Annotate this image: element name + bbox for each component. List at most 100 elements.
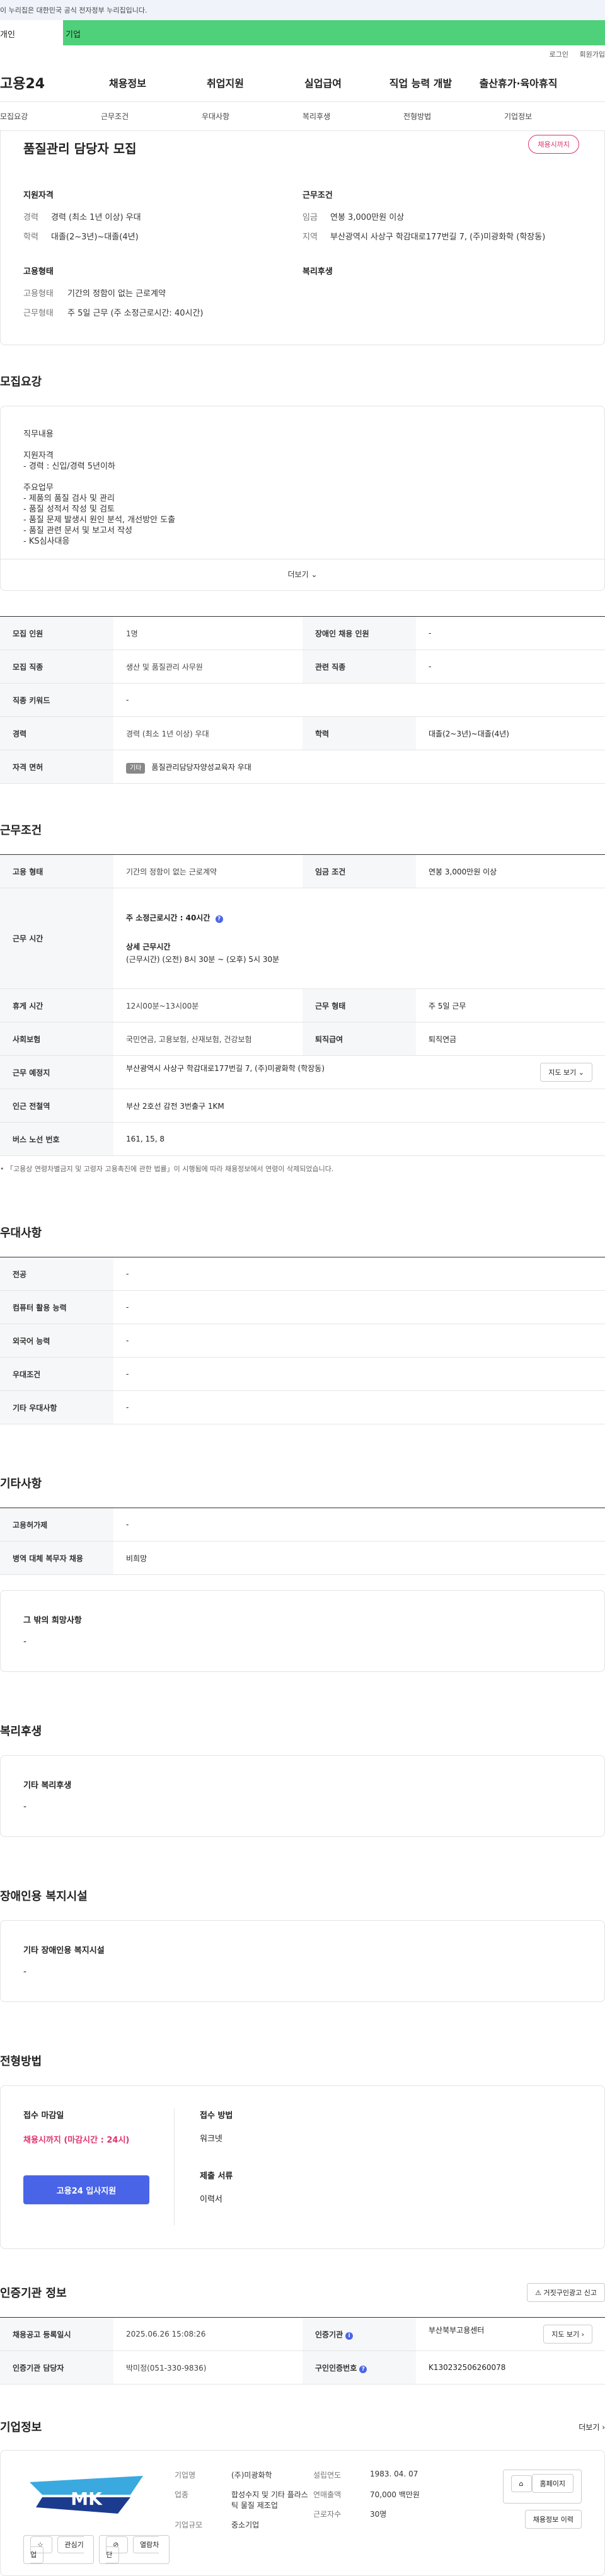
table-header-cell: 인증기관 i — [302, 2317, 416, 2351]
table-header-cell: 휴게 시간 — [0, 988, 113, 1022]
table-cell: - — [113, 1508, 605, 1542]
table-cell: 박미정(051-330-9836) — [113, 2350, 302, 2384]
work-type-label: 근무형태 — [23, 309, 54, 318]
anchor-process[interactable]: 전형방법 — [403, 111, 504, 122]
chevron-down-icon: ⌄ — [578, 1068, 584, 1077]
table-cell: 161, 15, 8 — [113, 1122, 605, 1156]
table-row: 모집 인원 1명 장애인 채용 인원 - — [0, 616, 605, 650]
table-row: 우대조건 - — [0, 1357, 605, 1391]
job-description-text: 직무내용 지원자격 - 경력 : 신입/경력 5년이하 주요업무 - 제품의 품질 … — [23, 429, 582, 547]
table-header-cell: 인근 전철역 — [0, 1089, 113, 1123]
license-value: 품질관리담당자양성교육자 우대 — [151, 762, 251, 772]
table-cell: 부산광역시 사상구 학감대로177번길 7, (주)미광화학 (학장동) 지도 보… — [113, 1055, 605, 1089]
co-founded-label: 설립연도 — [313, 2471, 342, 2480]
apply-button[interactable]: 고용24 입사지원 — [23, 2175, 149, 2204]
report-fake-ad-button[interactable]: ⚠ 거짓구인광고 신고 — [527, 2283, 605, 2302]
gov-banner: 이 누리집은 대한민국 공식 전자정부 누리집입니다. — [0, 0, 605, 20]
tab-personal[interactable]: 개인 — [0, 20, 63, 45]
wage-label: 임금 — [302, 213, 318, 222]
favorite-company-button[interactable]: ☆ 관심기업 — [23, 2535, 95, 2564]
table-header-cell: 장애인 채용 인원 — [302, 616, 416, 650]
table-cell: - — [416, 616, 605, 650]
table-row: 직종 키워드 - — [0, 683, 605, 717]
site-logo[interactable]: 고용24 — [0, 72, 79, 93]
anchor-preference[interactable]: 우대사항 — [202, 111, 302, 122]
company-logo-text: MK — [71, 2488, 103, 2509]
method-value: 워크넷 — [200, 2134, 222, 2144]
job-title: 품질관리 담당자 모집 — [23, 141, 137, 156]
gnb-item-parental-leave[interactable]: 출산휴가·육아휴직 — [470, 75, 567, 90]
table-row: 컴퓨터 활용 능력 - — [0, 1290, 605, 1324]
gnb-item-employment-support[interactable]: 취업지원 — [176, 75, 274, 90]
deadline-value: 채용시까지 (마감시간 : 24시) — [23, 2136, 130, 2145]
work-type-value: 주 5일 근무 (주 소정근로시간: 40시간) — [67, 309, 204, 318]
table-header-cell: 고용허가제 — [0, 1508, 113, 1542]
table-row: 경력 경력 (최소 1년 이상) 우대 학력 대졸(2~3년)~대졸(4년) — [0, 716, 605, 750]
company-more-label: 더보기 — [579, 2422, 600, 2432]
table-header-cell: 임금 조건 — [302, 854, 416, 888]
report-label: 거짓구인광고 신고 — [543, 2289, 597, 2297]
map-view-label: 지도 보기 — [548, 1068, 577, 1077]
anchor-welfare[interactable]: 복리후생 — [302, 111, 403, 122]
map-view-button[interactable]: 지도 보기 ⌄ — [540, 1063, 592, 1082]
info-icon[interactable]: i — [345, 2332, 354, 2340]
gnb-item-training[interactable]: 직업 능력 개발 — [372, 75, 470, 90]
chevron-right-icon: › — [602, 2422, 605, 2432]
job-description-card: 직무내용 지원자격 - 경력 : 신입/경력 5년이하 주요업무 - 제품의 품질 … — [0, 406, 605, 591]
job-history-button[interactable]: 채용정보 이력 — [524, 2510, 582, 2529]
more-button[interactable]: 더보기 ⌄ — [1, 559, 604, 590]
table-header-cell: 관련 직종 — [302, 650, 416, 684]
table-row: 휴게 시간 12시00분~13시00분 근무 형태 주 5일 근무 — [0, 988, 605, 1022]
help-icon[interactable]: ? — [359, 2365, 367, 2373]
table-cell: 생산 및 품질관리 사무원 — [113, 650, 302, 684]
tab-corporate[interactable]: 기업 — [63, 20, 605, 45]
login-link[interactable]: 로그인 — [550, 50, 568, 59]
auth-no-label: 구인인증번호 — [315, 2363, 357, 2373]
table-header-cell: 전공 — [0, 1257, 113, 1291]
anchor-nav: 모집요강 근무조건 우대사항 복리후생 전형방법 기업정보 — [0, 102, 605, 131]
block-view-button[interactable]: ⊘ 열람차단 — [99, 2535, 170, 2564]
table-header-cell: 근무 형태 — [302, 988, 416, 1022]
table-cell: - — [113, 1390, 605, 1424]
status-badge: 채용시까지 — [528, 135, 579, 154]
description-line: - KS심사대응 — [23, 537, 70, 546]
help-icon[interactable]: ? — [215, 915, 223, 923]
welfare-box-value: - — [23, 1802, 27, 1812]
table-header-cell: 채용공고 등록일시 — [0, 2317, 113, 2351]
education-value: 대졸(2~3년)~대졸(4년) — [51, 232, 139, 242]
table-cell: 기타 품질관리담당자양성교육자 우대 — [113, 750, 605, 784]
docs-value: 이력서 — [200, 2195, 222, 2204]
section-title-recruit: 모집요강 — [0, 375, 42, 389]
company-more-link[interactable]: 더보기 › — [579, 2422, 605, 2432]
signup-link[interactable]: 회원가입 — [580, 50, 605, 59]
table-header-cell: 버스 노선 번호 — [0, 1122, 113, 1156]
welfare-card: 기타 복리후생 - — [0, 1755, 605, 1837]
co-founded-value: 1983. 04. 07 — [370, 2470, 418, 2478]
agency-map-button[interactable]: 지도 보기 › — [543, 2325, 592, 2344]
section-title-company: 기업정보 — [0, 2421, 42, 2434]
table-cell: 기간의 정함이 없는 근로계약 — [113, 854, 302, 888]
gnb-item-unemployment-benefit[interactable]: 실업급여 — [274, 75, 372, 90]
description-line — [23, 440, 582, 450]
emp-type-value: 기간의 정함이 없는 근로계약 — [67, 289, 166, 299]
table-row: 인근 전철역 부산 2호선 감전 3번출구 1KM — [0, 1089, 605, 1123]
gnb-item-jobs[interactable]: 채용정보 — [79, 75, 176, 90]
table-cell: - — [113, 1324, 605, 1358]
table-header-cell: 기타 우대사항 — [0, 1390, 113, 1424]
description-line: 직무내용 — [23, 430, 54, 439]
table-header-cell: 학력 — [302, 716, 416, 750]
employment-heading: 고용형태 — [23, 267, 54, 277]
anchor-recruit[interactable]: 모집요강 — [0, 111, 101, 122]
utility-links: 로그인 회원가입 — [0, 45, 605, 63]
description-line: - 경력 : 신입/경력 5년이하 — [23, 462, 115, 471]
table-header-cell: 인증기관 담당자 — [0, 2350, 113, 2384]
table-cell: - — [113, 683, 605, 717]
description-line — [23, 472, 582, 483]
anchor-conditions[interactable]: 근무조건 — [101, 111, 202, 122]
description-line: - 품질 성적서 작성 및 검토 — [23, 505, 115, 514]
anchor-company[interactable]: 기업정보 — [504, 111, 605, 122]
table-header-cell: 병역 대체 복무자 채용 — [0, 1541, 113, 1575]
table-cell: 주 소정근로시간 : 40시간 ? 상세 근무시간 (근무시간) (오전) 8시… — [113, 888, 605, 989]
table-header-cell: 직종 키워드 — [0, 683, 113, 717]
homepage-button[interactable]: ⌂ 홈페이지 — [502, 2470, 582, 2504]
